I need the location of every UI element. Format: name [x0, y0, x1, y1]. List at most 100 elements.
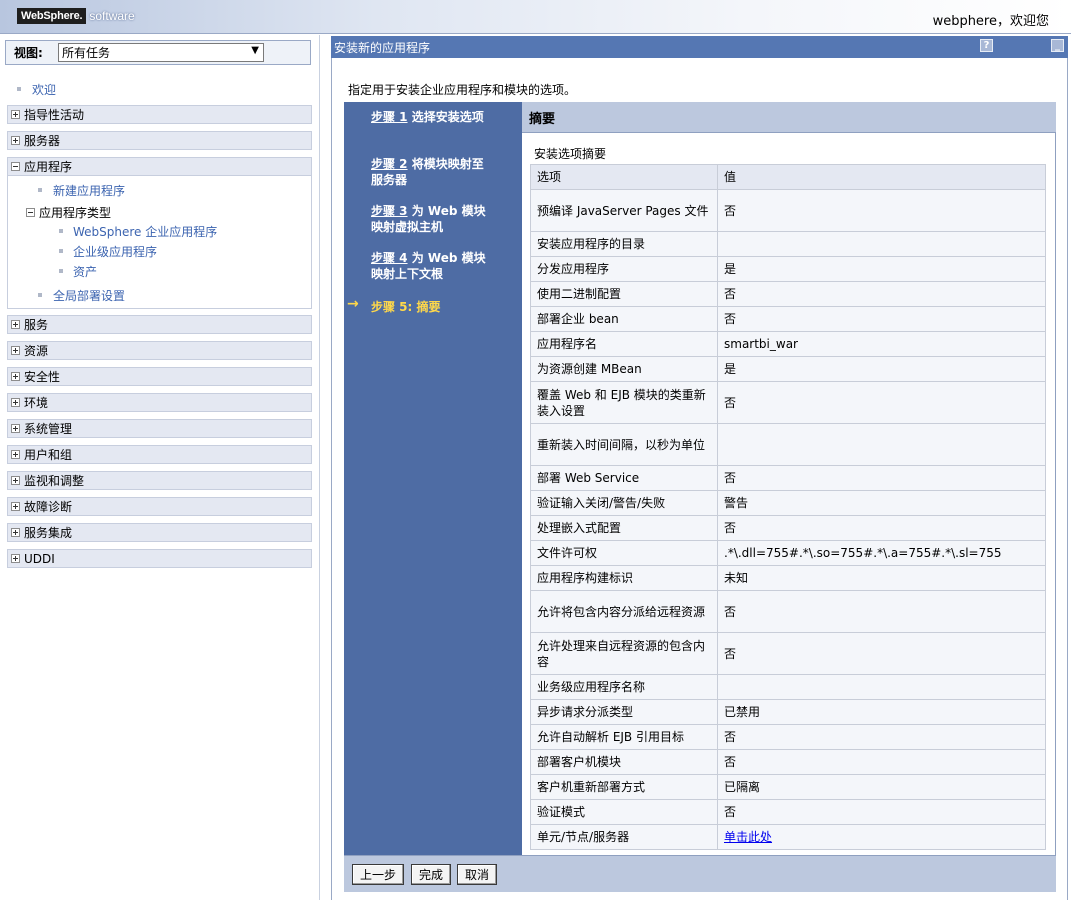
table-row: 覆盖 Web 和 EJB 模块的类重新装入设置否 — [530, 381, 1046, 424]
table-row: 允许处理来自远程资源的包含内容否 — [530, 632, 1046, 675]
nav-section-label: 环境 — [24, 396, 49, 410]
intro-text: 指定用于安装企业应用程序和模块的选项。 — [348, 83, 577, 97]
table-row: 允许将包含内容分派给远程资源否 — [530, 590, 1046, 633]
nav-section-applications[interactable]: 应用程序 — [7, 157, 312, 176]
cancel-button[interactable]: 取消 — [457, 864, 497, 885]
table-row: 业务级应用程序名称 — [530, 674, 1046, 700]
option-cell: 允许将包含内容分派给远程资源 — [530, 590, 718, 633]
page-title: 安装新的应用程序 — [334, 40, 431, 55]
nav-section-environment[interactable]: 环境 — [7, 393, 312, 412]
option-cell: 客户机重新部署方式 — [530, 774, 718, 800]
nav-section-service-integration[interactable]: 服务集成 — [7, 523, 312, 542]
bullet-icon — [38, 188, 42, 192]
value-cell: 否 — [717, 381, 1046, 424]
view-select-value: 所有任务 — [62, 46, 111, 60]
table-row: 分发应用程序是 — [530, 256, 1046, 282]
nav-section-services[interactable]: 服务 — [7, 315, 312, 334]
value-cell: 未知 — [717, 565, 1046, 591]
nav-section-monitoring[interactable]: 监视和调整 — [7, 471, 312, 490]
nav-section-label: UDDI — [24, 551, 55, 566]
step-3-link[interactable]: 步骤 3 为 Web 模块映射虚拟主机 — [371, 203, 489, 235]
value-cell: 是 — [717, 356, 1046, 382]
expand-icon — [11, 372, 20, 381]
nav-section-users-groups[interactable]: 用户和组 — [7, 445, 312, 464]
websphere-logo: WebSphere. software — [17, 7, 135, 25]
value-cell: 否 — [717, 281, 1046, 307]
value-cell: 否 — [717, 189, 1046, 232]
expand-icon — [11, 110, 20, 119]
option-cell: 允许自动解析 EJB 引用目标 — [530, 724, 718, 750]
expand-icon — [11, 476, 20, 485]
value-cell: 是 — [717, 256, 1046, 282]
previous-button[interactable]: 上一步 — [352, 864, 404, 885]
nav-section-guided-activities[interactable]: 指导性活动 — [7, 105, 312, 124]
option-cell: 单元/节点/服务器 — [530, 824, 718, 850]
step-prefix: 步骤 2 — [371, 157, 408, 171]
app-types-heading[interactable]: 应用程序类型 — [23, 204, 111, 221]
table-row: 验证模式否 — [530, 799, 1046, 825]
table-row: 文件许可权 .*\.dll=755#.*\.so=755#.*\.a=755#.*… — [530, 540, 1046, 566]
table-row: 应用程序名 smartbi_war — [530, 331, 1046, 357]
table-row: 部署客户机模块否 — [530, 749, 1046, 775]
expand-icon — [11, 398, 20, 407]
table-row: 预编译 JavaServer Pages 文件否 — [530, 189, 1046, 232]
bullet-icon — [38, 293, 42, 297]
value-cell: 否 — [717, 799, 1046, 825]
nav-new-application-link[interactable]: 新建应用程序 — [53, 182, 125, 199]
option-cell: 使用二进制配置 — [530, 281, 718, 307]
expand-icon — [11, 424, 20, 433]
nav-section-servers[interactable]: 服务器 — [7, 131, 312, 150]
table-row: 重新装入时间间隔，以秒为单位 — [530, 423, 1046, 466]
nav-section-uddi[interactable]: UDDI — [7, 549, 312, 568]
option-cell: 验证输入关闭/警告/失败 — [530, 490, 718, 516]
minimize-icon[interactable]: _ — [1051, 39, 1064, 52]
welcome-message: webphere，欢迎您 — [932, 14, 1049, 29]
expand-icon — [11, 554, 20, 563]
summary-heading: 摘要 — [522, 102, 1056, 133]
bullet-icon — [59, 269, 63, 273]
finish-button[interactable]: 完成 — [411, 864, 451, 885]
expand-icon — [11, 346, 20, 355]
nav-section-security[interactable]: 安全性 — [7, 367, 312, 386]
column-header-option: 选项 — [530, 164, 718, 190]
value-cell: 否 — [717, 724, 1046, 750]
bullet-icon — [59, 229, 63, 233]
expand-icon — [11, 502, 20, 511]
step-5-current: 步骤 5: 摘要 — [371, 299, 489, 315]
table-row: 应用程序构建标识 未知 — [530, 565, 1046, 591]
value-cell: 警告 — [717, 490, 1046, 516]
option-cell: 文件许可权 — [530, 540, 718, 566]
nav-enterprise-apps-link[interactable]: 企业级应用程序 — [73, 243, 157, 260]
option-cell: 验证模式 — [530, 799, 718, 825]
nav-section-resources[interactable]: 资源 — [7, 341, 312, 360]
nav-section-label: 安全性 — [24, 370, 61, 384]
nav-section-troubleshooting[interactable]: 故障诊断 — [7, 497, 312, 516]
expand-icon — [11, 136, 20, 145]
nav-assets-link[interactable]: 资产 — [73, 263, 97, 280]
step-4-link[interactable]: 步骤 4 为 Web 模块映射上下文根 — [371, 250, 489, 282]
table-row: 使用二进制配置否 — [530, 281, 1046, 307]
step-2-link[interactable]: 步骤 2 将模块映射至服务器 — [371, 156, 489, 188]
table-row: 为资源创建 MBean 是 — [530, 356, 1046, 382]
step-prefix: 步骤 3 — [371, 204, 408, 218]
table-row: 部署 Web Service 否 — [530, 465, 1046, 491]
option-cell: 允许处理来自远程资源的包含内容 — [530, 632, 718, 675]
nav-websphere-enterprise-apps-link[interactable]: WebSphere 企业应用程序 — [73, 223, 217, 240]
option-cell: 业务级应用程序名称 — [530, 674, 718, 700]
option-cell: 为资源创建 MBean — [530, 356, 718, 382]
view-select[interactable]: 所有任务 ▼ — [58, 43, 264, 62]
nav-section-system-admin[interactable]: 系统管理 — [7, 419, 312, 438]
value-cell: 否 — [717, 306, 1046, 332]
nav-section-label: 应用程序 — [24, 160, 73, 174]
nav-global-deploy-settings-link[interactable]: 全局部署设置 — [53, 287, 125, 304]
value-cell: 已隔离 — [717, 774, 1046, 800]
help-icon[interactable]: ? — [980, 39, 993, 52]
nav-section-label: 故障诊断 — [24, 500, 73, 514]
bullet-icon — [17, 87, 21, 91]
click-here-link[interactable]: 单击此处 — [724, 830, 772, 844]
option-cell: 覆盖 Web 和 EJB 模块的类重新装入设置 — [530, 381, 718, 424]
nav-welcome-link[interactable]: 欢迎 — [32, 81, 56, 98]
option-cell: 部署客户机模块 — [530, 749, 718, 775]
step-1-link[interactable]: 步骤 1 选择安装选项 — [371, 109, 489, 125]
summary-table: 选项 值 预编译 JavaServer Pages 文件否 安装应用程序的目录 … — [530, 164, 1046, 850]
